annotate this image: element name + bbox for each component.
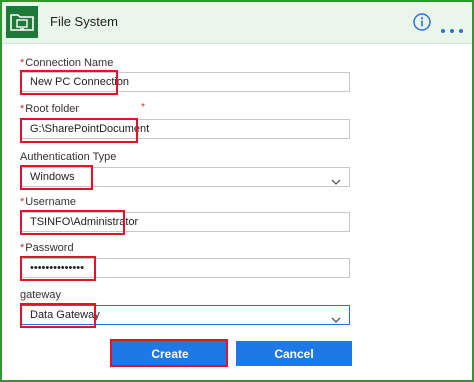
authentication-type-highlight xyxy=(20,165,93,190)
connection-name-label-text: Connection Name xyxy=(25,57,114,69)
create-button-highlight xyxy=(110,339,228,367)
password-label-text: Password xyxy=(25,242,74,254)
file-system-connection-dialog: File System *Connection Name New PC Conn… xyxy=(0,0,474,382)
required-marker: * xyxy=(20,57,25,69)
password-label: *Password xyxy=(20,242,74,254)
username-label: *Username xyxy=(20,196,76,208)
connection-name-label: *Connection Name xyxy=(20,57,113,69)
required-marker-extra: * xyxy=(141,102,145,113)
root-folder-label-text: Root folder xyxy=(25,103,80,115)
required-marker: * xyxy=(20,103,25,115)
username-highlight xyxy=(20,210,125,235)
gateway-highlight xyxy=(20,303,96,328)
more-options-icon[interactable] xyxy=(440,21,464,33)
required-marker: * xyxy=(20,196,25,208)
required-marker: * xyxy=(20,242,25,254)
connection-name-highlight xyxy=(20,70,118,95)
root-folder-highlight xyxy=(20,118,138,143)
cancel-button[interactable]: Cancel xyxy=(236,341,352,366)
folder-computer-icon xyxy=(6,6,38,38)
chevron-down-icon xyxy=(331,173,341,185)
gateway-label: gateway xyxy=(20,289,61,301)
info-icon[interactable] xyxy=(412,12,432,32)
chevron-down-icon xyxy=(331,311,341,323)
username-label-text: Username xyxy=(25,196,77,208)
password-highlight xyxy=(20,256,96,281)
dialog-header: File System xyxy=(2,2,472,44)
authentication-type-label: Authentication Type xyxy=(20,151,117,163)
dialog-title: File System xyxy=(50,14,118,29)
root-folder-label: *Root folder xyxy=(20,103,79,115)
